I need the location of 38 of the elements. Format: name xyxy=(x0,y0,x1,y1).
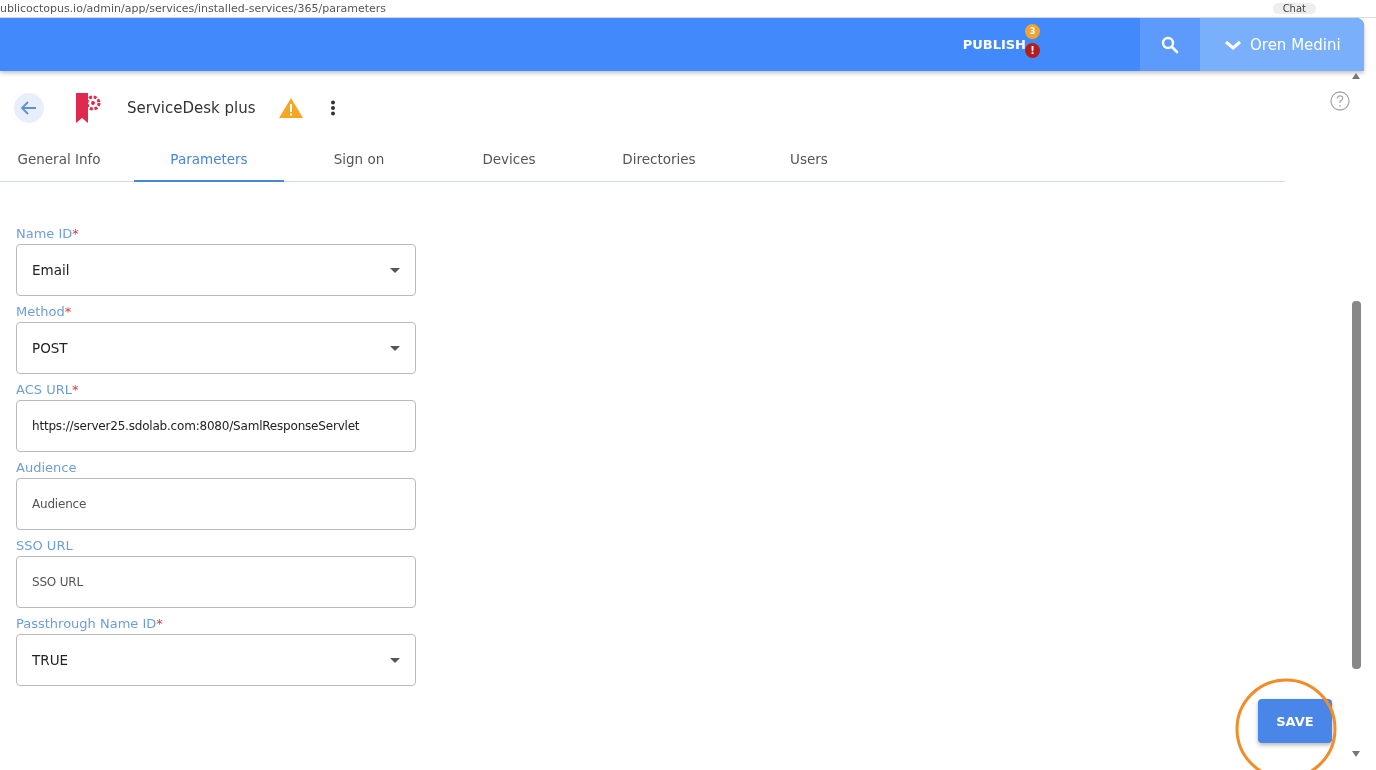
chat-button[interactable]: Chat xyxy=(1272,3,1316,14)
back-arrow-icon xyxy=(21,101,37,115)
dropdown-field[interactable]: POST xyxy=(16,322,416,374)
tab[interactable]: Sign on xyxy=(284,137,434,182)
field-label: Name ID* xyxy=(16,226,80,242)
dropdown-field[interactable]: TRUE xyxy=(16,634,416,686)
tab[interactable]: Parameters xyxy=(134,137,284,182)
field-label: Audience xyxy=(16,460,78,476)
saml-gear-icon xyxy=(74,91,102,125)
address-bar-url[interactable]: ublicoctopus.io/admin/app/services/installed-services/365/parameters xyxy=(0,2,387,15)
service-title: ServiceDesk plus xyxy=(127,99,256,117)
dropdown-caret-icon xyxy=(390,267,400,273)
scroll-down-icon[interactable] xyxy=(1352,751,1360,757)
field-label: ACS URL* xyxy=(16,382,80,398)
input-field[interactable]: SSO URL xyxy=(16,556,416,608)
dropdown-caret-icon xyxy=(390,657,400,663)
dropdown-caret-icon xyxy=(390,345,400,351)
tab[interactable]: Directories xyxy=(584,137,734,182)
back-button[interactable] xyxy=(14,93,44,123)
chevron-down-icon xyxy=(1224,38,1242,51)
alert-badge: ! xyxy=(1025,43,1040,58)
help-icon[interactable] xyxy=(1330,91,1350,111)
input-field[interactable]: https://server25.sdolab.com:8080/SamlResponseServlet xyxy=(16,400,416,452)
save-button[interactable]: SAVE xyxy=(1258,699,1332,743)
search-icon xyxy=(1161,35,1179,54)
tab[interactable]: Users xyxy=(734,137,884,182)
dropdown-field[interactable]: Email xyxy=(16,244,416,296)
scroll-up-icon[interactable] xyxy=(1352,73,1360,79)
field-label: Passthrough Name ID* xyxy=(16,616,164,632)
tab[interactable]: General Info xyxy=(0,137,118,182)
input-field[interactable]: Audience xyxy=(16,478,416,530)
field-label: Method* xyxy=(16,304,73,320)
scrollbar[interactable] xyxy=(1350,73,1362,757)
search-button[interactable] xyxy=(1140,18,1200,71)
more-options-icon[interactable] xyxy=(329,100,336,116)
count-badge: 3 xyxy=(1025,24,1040,39)
tab[interactable]: Devices xyxy=(434,137,584,182)
field-label: SSO URL xyxy=(16,538,74,554)
